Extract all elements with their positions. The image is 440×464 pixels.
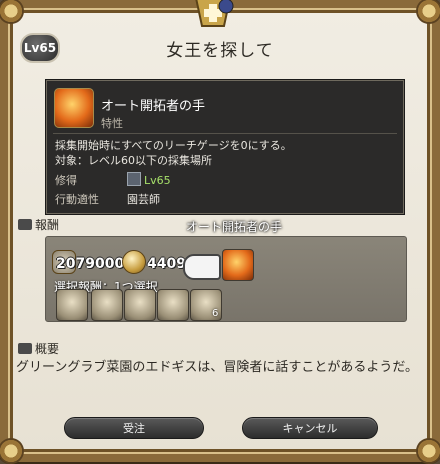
summary-icon [18, 343, 32, 354]
rewards-icon [18, 219, 32, 230]
acquired-level: Lv65 [144, 174, 171, 187]
cancel-button[interactable]: キャンセル [242, 417, 378, 439]
exp-value: 2079000 [56, 256, 125, 272]
reward-hover-name: オート開拓者の手 [186, 220, 283, 234]
tooltip-description-line: 採集開始時にすべてのリーチゲージを0にする。 [55, 139, 292, 152]
frame-corner-ornament [416, 0, 440, 24]
class-value: 園芸師 [127, 193, 160, 206]
pointer-hand-icon [183, 254, 221, 280]
reward-item-icon[interactable] [124, 289, 156, 321]
reward-item-icon[interactable] [157, 289, 189, 321]
acquired-label: 修得 [55, 174, 77, 187]
frame-corner-ornament [416, 438, 440, 464]
tooltip-type: 特性 [101, 117, 123, 130]
reward-item-icon[interactable] [91, 289, 123, 321]
trait-tooltip: オート開拓者の手 特性 採集開始時にすべてのリーチゲージを0にする。 対象：レベ… [46, 80, 404, 214]
gil-value: 4409 [147, 256, 186, 272]
trait-icon [54, 88, 94, 128]
accept-button[interactable]: 受注 [64, 417, 204, 439]
reward-item-count: 6 [212, 308, 219, 319]
tooltip-name: オート開拓者の手 [101, 99, 206, 114]
gil-icon [122, 250, 146, 274]
rewards-label: 報酬 [35, 218, 60, 232]
tooltip-description-line: 対象：レベル60以下の採集場所 [55, 154, 212, 167]
quest-title: 女王を探して [166, 41, 274, 61]
divider [53, 133, 397, 134]
job-icon [127, 172, 141, 186]
class-label: 行動適性 [55, 193, 99, 206]
rewards-heading: 報酬 [18, 216, 59, 233]
summary-heading: 概要 [18, 340, 59, 357]
summary-label: 概要 [35, 342, 60, 356]
tooltip-description: 採集開始時にすべてのリーチゲージを0にする。 対象：レベル60以下の採集場所 [55, 138, 292, 168]
summary-text: グリーングラブ菜園のエドギスは、冒険者に話すことがあるようだ。 [16, 360, 418, 375]
reward-trait-item[interactable] [222, 249, 254, 281]
quest-emblem-icon [195, 0, 234, 27]
reward-item-icon[interactable] [56, 289, 88, 321]
acquired-value: Lv65 [127, 172, 171, 187]
